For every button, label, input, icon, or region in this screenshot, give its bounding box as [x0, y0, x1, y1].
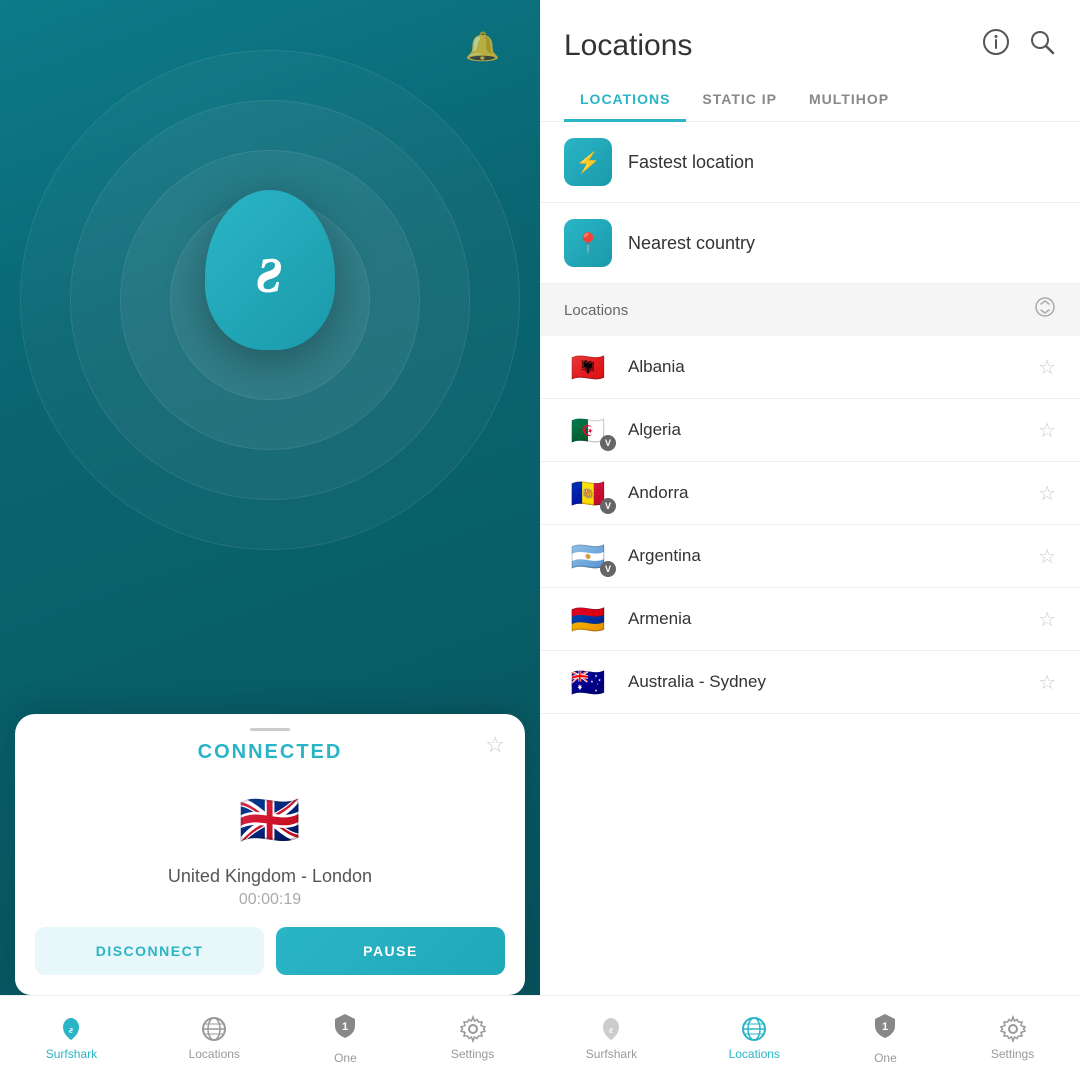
country-flag: 🇬🇧 [239, 792, 301, 848]
nav-item-surfshark-left[interactable]: ƨ Surfshark [46, 1015, 97, 1061]
settings-nav-icon-left [459, 1015, 487, 1043]
nav-label-settings-right: Settings [991, 1047, 1034, 1061]
nav-label-surfshark-left: Surfshark [46, 1047, 97, 1061]
country-name-argentina: Argentina [628, 546, 1038, 566]
country-name-albania: Albania [628, 357, 1038, 377]
flag-australia: 🇦🇺 [564, 665, 612, 699]
connection-timer: 00:00:19 [15, 891, 525, 909]
sort-icon[interactable] [1034, 296, 1056, 324]
shield-one-icon-left: 1 [331, 1012, 359, 1047]
nav-label-surfshark-right: Surfshark [586, 1047, 637, 1061]
tab-locations[interactable]: LOCATIONS [564, 79, 686, 122]
fastest-location-label: Fastest location [628, 152, 754, 173]
connected-status-text: CONNECTED [198, 741, 343, 763]
country-name-armenia: Armenia [628, 609, 1038, 629]
flag-area: 🇬🇧 [15, 776, 525, 858]
nav-label-locations-left: Locations [189, 1047, 240, 1061]
nav-item-one-right[interactable]: 1 One [871, 1012, 899, 1065]
location-name: United Kingdom - London [15, 866, 525, 887]
info-icon[interactable] [982, 28, 1010, 63]
favorite-armenia[interactable]: ☆ [1038, 607, 1056, 632]
surfshark-nav-icon: ƨ [57, 1015, 85, 1043]
logo-container: ƨ [205, 190, 335, 350]
connected-card: CONNECTED ☆ 🇬🇧 United Kingdom - London 0… [15, 714, 525, 995]
flag-albania: 🇦🇱 [564, 350, 612, 384]
nearest-country-icon: 📍 [564, 219, 612, 267]
favorite-algeria[interactable]: ☆ [1038, 418, 1056, 443]
flag-algeria: 🇩🇿 V [564, 413, 612, 447]
nav-label-one-right: One [874, 1051, 897, 1065]
right-panel-header: Locations [540, 0, 1080, 63]
flag-armenia: 🇦🇲 [564, 602, 612, 636]
country-name-andorra: Andorra [628, 483, 1038, 503]
locations-section-header: Locations [540, 284, 1080, 336]
bottom-nav-left: ƨ Surfshark Locations 1 One [0, 995, 540, 1080]
favorite-andorra[interactable]: ☆ [1038, 481, 1056, 506]
pause-button[interactable]: PAUSE [276, 927, 505, 975]
nav-item-settings-left[interactable]: Settings [451, 1015, 494, 1061]
nav-item-settings-right[interactable]: Settings [991, 1015, 1034, 1061]
panel-title: Locations [564, 29, 692, 63]
surfshark-s-letter: ƨ [256, 230, 283, 310]
favorite-australia[interactable]: ☆ [1038, 670, 1056, 695]
globe-nav-icon-left [200, 1015, 228, 1043]
right-panel: Locations LOCATIONS STATIC IP MULTIHOP [540, 0, 1080, 1080]
settings-nav-icon-right [999, 1015, 1027, 1043]
country-albania[interactable]: 🇦🇱 Albania ☆ [540, 336, 1080, 399]
country-argentina[interactable]: 🇦🇷 V Argentina ☆ [540, 525, 1080, 588]
virtual-badge-argentina: V [600, 561, 616, 577]
search-icon[interactable] [1028, 28, 1056, 63]
svg-text:1: 1 [342, 1021, 348, 1033]
virtual-badge-algeria: V [600, 435, 616, 451]
nearest-country-item[interactable]: 📍 Nearest country [540, 203, 1080, 284]
surfshark-shield-logo: ƨ [205, 190, 335, 350]
fastest-location-item[interactable]: ⚡ Fastest location [540, 122, 1080, 203]
tabs-container: LOCATIONS STATIC IP MULTIHOP [540, 79, 1080, 122]
favorite-star-icon[interactable]: ☆ [485, 732, 505, 758]
nav-label-settings-left: Settings [451, 1047, 494, 1061]
svg-text:ƨ: ƨ [609, 1024, 613, 1036]
nav-label-one-left: One [334, 1051, 357, 1065]
header-icons [982, 28, 1056, 63]
globe-nav-icon-right [740, 1015, 768, 1043]
svg-text:ƨ: ƨ [69, 1024, 73, 1036]
bottom-nav-right: ƨ Surfshark Locations 1 One [540, 995, 1080, 1080]
country-name-algeria: Algeria [628, 420, 1038, 440]
country-algeria[interactable]: 🇩🇿 V Algeria ☆ [540, 399, 1080, 462]
favorite-albania[interactable]: ☆ [1038, 355, 1056, 380]
section-title: Locations [564, 302, 628, 319]
connected-header: CONNECTED ☆ [15, 714, 525, 776]
flag-argentina: 🇦🇷 V [564, 539, 612, 573]
fastest-location-icon: ⚡ [564, 138, 612, 186]
nav-item-locations-left[interactable]: Locations [189, 1015, 240, 1061]
disconnect-button[interactable]: DISCONNECT [35, 927, 264, 975]
nearest-country-label: Nearest country [628, 233, 755, 254]
country-armenia[interactable]: 🇦🇲 Armenia ☆ [540, 588, 1080, 651]
svg-text:1: 1 [882, 1021, 888, 1033]
virtual-badge-andorra: V [600, 498, 616, 514]
flag-andorra: 🇦🇩 V [564, 476, 612, 510]
nav-item-locations-right[interactable]: Locations [729, 1015, 780, 1061]
surfshark-nav-icon-right: ƨ [597, 1015, 625, 1043]
tab-multihop[interactable]: MULTIHOP [793, 79, 905, 122]
left-panel: 🔔 ƨ CONNECTED ☆ 🇬🇧 United Kingdom - Lond… [0, 0, 540, 1080]
favorite-argentina[interactable]: ☆ [1038, 544, 1056, 569]
tab-static-ip[interactable]: STATIC IP [686, 79, 793, 122]
country-australia-sydney[interactable]: 🇦🇺 Australia - Sydney ☆ [540, 651, 1080, 714]
nav-item-surfshark-right[interactable]: ƨ Surfshark [586, 1015, 637, 1061]
country-name-australia: Australia - Sydney [628, 672, 1038, 692]
shield-one-icon-right: 1 [871, 1012, 899, 1047]
location-list[interactable]: ⚡ Fastest location 📍 Nearest country Loc… [540, 122, 1080, 995]
country-andorra[interactable]: 🇦🇩 V Andorra ☆ [540, 462, 1080, 525]
nav-label-locations-right: Locations [729, 1047, 780, 1061]
chevron-up-icon[interactable] [250, 728, 290, 731]
action-buttons: DISCONNECT PAUSE [15, 909, 525, 975]
nav-item-one-left[interactable]: 1 One [331, 1012, 359, 1065]
